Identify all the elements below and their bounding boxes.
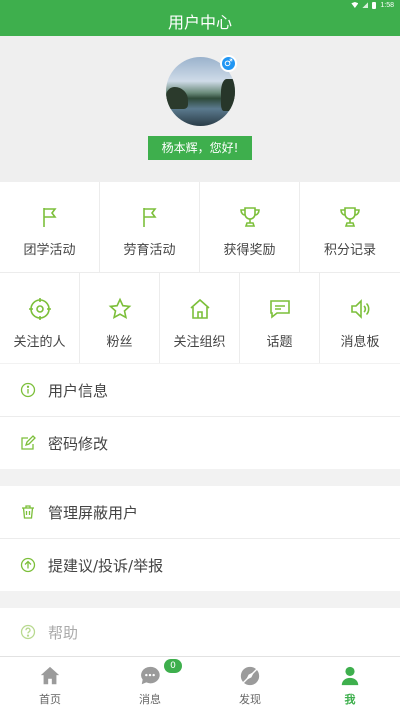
grid-item-labor-activity[interactable]: 劳育活动 — [100, 182, 200, 272]
star-icon — [108, 297, 131, 320]
edit-icon — [21, 435, 36, 450]
grid-item-label: 关注组织 — [173, 335, 226, 350]
grid-item-label: 消息板 — [340, 335, 380, 350]
wifi-icon — [351, 2, 359, 8]
chat-icon — [269, 300, 290, 319]
page-title: 用户中心 — [0, 10, 400, 36]
status-time: 1:58 — [380, 1, 394, 9]
list-item-user-info[interactable]: 用户信息 — [0, 364, 400, 416]
grid-item-label: 团学活动 — [23, 243, 76, 258]
grid-item-campus-activity[interactable]: 团学活动 — [0, 182, 100, 272]
grid-item-followed-orgs[interactable]: 关注组织 — [160, 273, 240, 363]
tab-messages[interactable]: 消息 — [100, 657, 200, 710]
list-item-label: 密码修改 — [48, 434, 109, 453]
list-item-label: 管理屏蔽用户 — [48, 503, 139, 522]
activity-grid: 团学活动 劳育活动 获得奖励 积分记录 — [0, 182, 400, 272]
list-item-feedback[interactable]: 提建议/投诉/举报 — [0, 539, 400, 591]
trophy-icon — [340, 207, 360, 227]
male-icon: ♂ — [220, 55, 237, 72]
speaker-icon — [351, 299, 370, 319]
list-item-label: 提建议/投诉/举报 — [48, 556, 164, 575]
list-item-label: 帮助 — [48, 623, 79, 642]
message-icon — [141, 666, 160, 685]
tab-discover[interactable]: 发现 — [200, 657, 300, 710]
greeting-label: 杨本辉，您好! — [148, 136, 252, 160]
grid-item-label: 积分记录 — [323, 243, 376, 258]
list-item-blocked-users[interactable]: 管理屏蔽用户 — [0, 486, 400, 538]
help-icon — [20, 624, 36, 640]
flag-icon — [142, 208, 157, 227]
grid-item-fans[interactable]: 粉丝 — [80, 273, 160, 363]
signal-icon — [362, 2, 369, 8]
flag-icon — [42, 208, 57, 227]
tab-home[interactable]: 首页 — [0, 657, 100, 710]
upload-icon — [20, 557, 36, 573]
grid-item-label: 获得奖励 — [223, 243, 276, 258]
user-icon — [341, 666, 359, 686]
tab-label: 发现 — [239, 693, 261, 706]
social-grid: 关注的人 粉丝 关注组织 话题 消息板 — [0, 272, 400, 363]
trash-icon — [22, 505, 34, 519]
message-count-badge: 0 — [164, 659, 182, 673]
compass-icon — [240, 666, 260, 686]
home-icon — [189, 298, 210, 319]
target-icon — [28, 298, 51, 320]
grid-item-awards[interactable]: 获得奖励 — [200, 182, 300, 272]
grid-item-following[interactable]: 关注的人 — [0, 273, 80, 363]
tab-label: 首页 — [39, 693, 61, 706]
trophy-icon — [239, 207, 260, 227]
info-icon — [20, 382, 36, 398]
list-item-change-password[interactable]: 密码修改 — [0, 417, 400, 469]
grid-item-topics[interactable]: 话题 — [240, 273, 320, 363]
list-item-help[interactable]: 帮助 — [0, 608, 400, 656]
tab-label: 消息 — [139, 693, 161, 706]
grid-item-label: 关注的人 — [13, 335, 66, 350]
grid-item-points[interactable]: 积分记录 — [300, 182, 400, 272]
list-item-label: 用户信息 — [48, 381, 109, 400]
grid-item-label: 话题 — [266, 335, 293, 350]
home-icon — [40, 666, 60, 685]
grid-item-message-board[interactable]: 消息板 — [320, 273, 400, 363]
tab-label: 我 — [344, 693, 356, 706]
grid-item-label: 劳育活动 — [123, 243, 176, 258]
status-bar: 1:58 — [0, 0, 400, 10]
grid-item-label: 粉丝 — [106, 335, 133, 350]
battery-icon — [372, 1, 377, 9]
profile-header: ♂ 杨本辉，您好! — [0, 36, 400, 182]
tab-me[interactable]: 我 — [300, 657, 400, 710]
bottom-tab-bar: 首页 消息 发现 我 — [0, 656, 400, 710]
